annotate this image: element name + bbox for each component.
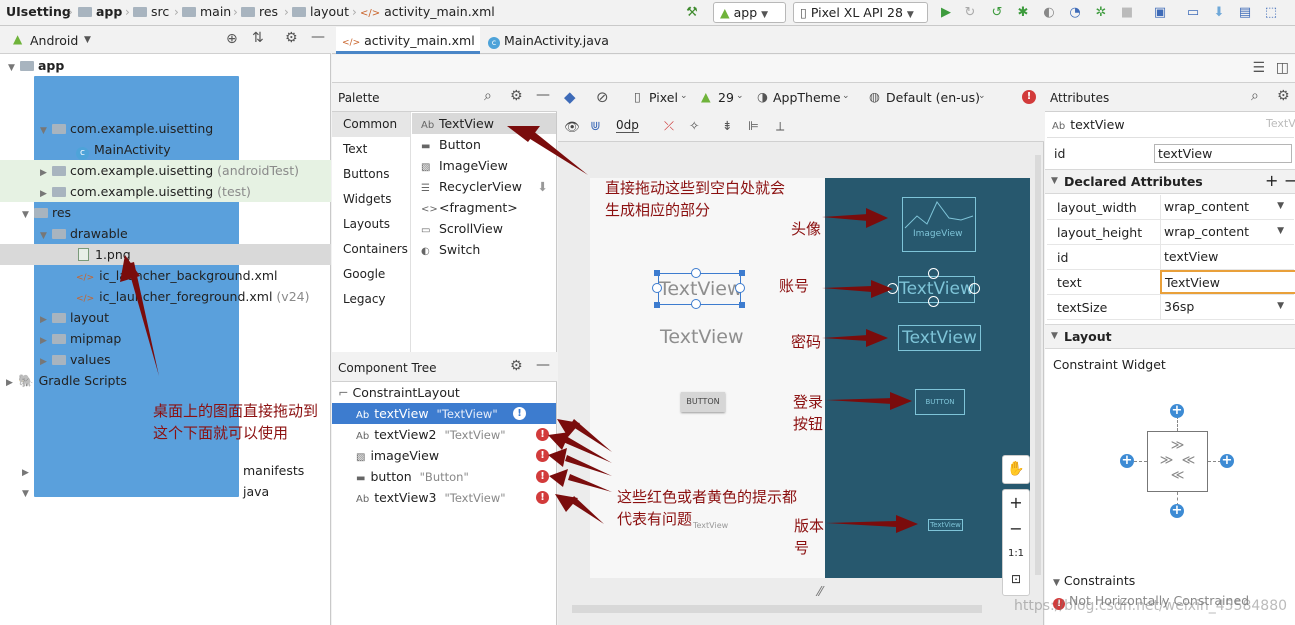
annotation-drag: 直接拖动这些到空白处就会 生成相应的部分 [605, 177, 785, 221]
annotation-avatar: 头像 [791, 220, 822, 238]
annotation-line: 按钮 [793, 415, 824, 433]
annotation-line: 桌面上的图面直接拖动到 [153, 402, 319, 420]
annotation-line: 直接拖动这些到空白处就会 [605, 179, 786, 197]
annotation-account: 账号 [779, 277, 810, 295]
annotation-line: 号 [794, 539, 810, 557]
annotation-line: 代表有问题 [617, 510, 693, 528]
annotation-line: 生成相应的部分 [605, 201, 711, 219]
annotation-login: 登录 按钮 [793, 391, 823, 435]
annotation-line: 版本 [794, 517, 825, 535]
annotation-line: 这个下面就可以使用 [153, 424, 289, 442]
annotation-line: 这些红色或者黄色的提示都 [617, 488, 798, 506]
annotation-warnings: 这些红色或者黄色的提示都 代表有问题 [617, 486, 797, 530]
annotation-desktop: 桌面上的图面直接拖动到 这个下面就可以使用 [153, 400, 318, 444]
annotation-password: 密码 [791, 333, 822, 351]
annotation-arrows [120, 126, 918, 533]
annotation-version: 版本号 [794, 515, 824, 559]
annotation-line: 登录 [793, 393, 824, 411]
